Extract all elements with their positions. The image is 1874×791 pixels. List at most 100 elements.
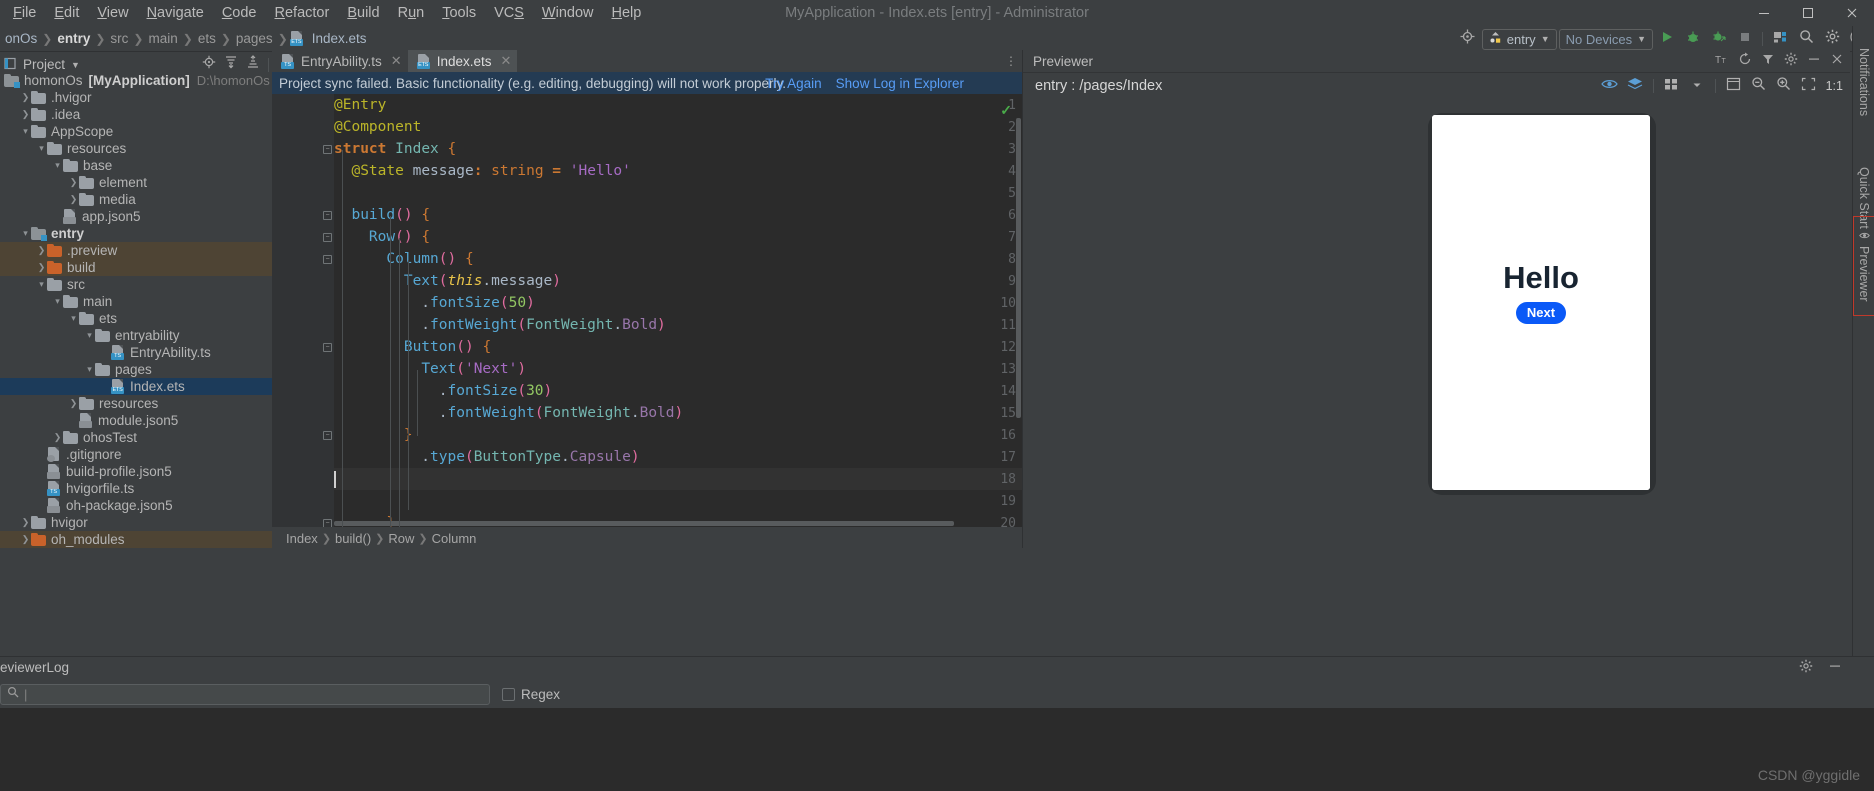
refresh-button[interactable]	[1735, 52, 1754, 71]
menu-code[interactable]: Code	[213, 2, 266, 24]
chevron-down-icon[interactable]: ▾	[20, 228, 31, 239]
project-structure-button[interactable]	[1768, 28, 1792, 50]
close-button[interactable]	[1830, 0, 1874, 26]
chevron-down-icon[interactable]: ▾	[52, 296, 63, 307]
maximize-button[interactable]	[1786, 0, 1830, 26]
fit-button[interactable]	[1799, 76, 1819, 96]
chevron-right-icon[interactable]: ❯	[20, 517, 31, 528]
previewer-minimize-button[interactable]	[1804, 52, 1823, 71]
preview-next-button[interactable]: Next	[1515, 302, 1567, 324]
breadcrumb-item-5[interactable]: pages	[233, 31, 276, 46]
search-button[interactable]	[1794, 28, 1818, 50]
menu-tools[interactable]: Tools	[433, 2, 485, 24]
code-line[interactable]: .fontSize(30)	[334, 383, 553, 399]
frame-button[interactable]	[1724, 76, 1744, 96]
stop-button[interactable]	[1733, 28, 1757, 50]
project-panel-title[interactable]: Project ▼	[4, 57, 80, 73]
menu-refactor[interactable]: Refactor	[266, 2, 339, 24]
chevron-right-icon[interactable]: ❯	[68, 177, 79, 188]
fold-toggle-icon[interactable]: −	[323, 233, 332, 242]
menu-build[interactable]: Build	[338, 2, 388, 24]
close-icon[interactable]: ✕	[497, 53, 511, 69]
code-line[interactable]: Button() {	[334, 339, 491, 355]
chevron-down-icon[interactable]: ▾	[36, 279, 47, 290]
regex-toggle[interactable]: Regex	[502, 687, 560, 702]
editor-tab-index[interactable]: ETS Index.ets ✕	[407, 50, 518, 72]
menu-help[interactable]: Help	[602, 2, 650, 24]
menu-run[interactable]: Run	[389, 2, 434, 24]
code-line[interactable]: build() {	[334, 207, 430, 223]
menu-vcs[interactable]: VCS	[485, 2, 533, 24]
eye-button[interactable]	[1600, 76, 1620, 96]
chevron-down-icon[interactable]: ▾	[84, 330, 95, 341]
show-log-link[interactable]: Show Log in Explorer	[836, 76, 964, 91]
chevron-right-icon[interactable]: ❯	[20, 109, 31, 120]
chevron-down-icon[interactable]: ▾	[84, 364, 95, 375]
profile-button[interactable]	[1707, 28, 1731, 50]
editor-horizontal-scrollbar[interactable]	[334, 521, 954, 526]
editor-tab-entryability[interactable]: TS EntryAbility.ts ✕	[272, 50, 408, 72]
chevron-right-icon[interactable]: ❯	[36, 262, 47, 273]
layout-dropdown-button[interactable]	[1687, 76, 1707, 96]
zoom-in-button[interactable]	[1774, 76, 1794, 96]
structure-crumb-2[interactable]: Row	[384, 531, 418, 546]
rail-item-previewer[interactable]: Previewer	[1853, 216, 1874, 316]
code-line[interactable]: Text(this.message)	[334, 273, 561, 289]
previewer-settings-button[interactable]	[1781, 52, 1800, 71]
chevron-right-icon[interactable]: ❯	[20, 534, 31, 545]
bottom-minimize-button[interactable]	[1825, 659, 1844, 678]
breadcrumb-item-1[interactable]: entry	[54, 31, 93, 46]
fold-toggle-icon[interactable]: −	[323, 343, 332, 352]
font-size-button[interactable]: T T	[1712, 52, 1731, 71]
menu-view[interactable]: View	[88, 2, 137, 24]
fold-toggle-icon[interactable]: −	[323, 519, 332, 527]
code-editor[interactable]: 1 2 3 4 5 6 7 8 9 10 11 12 13 14 15 16 17 18 19 20 − − − − − − − …	[272, 94, 1022, 527]
code-line[interactable]: @Component	[334, 119, 421, 135]
code-line[interactable]: Text('Next')	[334, 361, 526, 377]
filter-button[interactable]	[1758, 52, 1777, 71]
menu-edit[interactable]: Edit	[45, 2, 88, 24]
grid-button[interactable]	[1662, 76, 1682, 96]
fold-toggle-icon[interactable]: −	[323, 211, 332, 220]
breadcrumb-item-0[interactable]: onOs	[2, 31, 40, 46]
code-line[interactable]: .type(ButtonType.Capsule)	[334, 449, 639, 465]
editor-vertical-scrollbar[interactable]	[1016, 118, 1021, 418]
layers-button[interactable]	[1625, 76, 1645, 96]
chevron-down-icon[interactable]: ▾	[20, 126, 31, 137]
chevron-right-icon[interactable]: ❯	[20, 92, 31, 103]
menu-window[interactable]: Window	[533, 2, 603, 24]
chevron-down-icon[interactable]: ▾	[52, 160, 63, 171]
chevron-right-icon[interactable]: ❯	[68, 398, 79, 409]
minimize-button[interactable]	[1742, 0, 1786, 26]
inspection-status-icon[interactable]: ✓	[1000, 102, 1012, 119]
fold-toggle-icon[interactable]: −	[323, 145, 332, 154]
fold-toggle-icon[interactable]: −	[323, 255, 332, 264]
breadcrumb-file[interactable]: ETS Index.ets	[289, 31, 370, 46]
code-line[interactable]: Column() {	[334, 251, 473, 267]
code-line[interactable]: struct Index {	[334, 141, 456, 157]
code-line[interactable]: .fontSize(50)	[334, 295, 535, 311]
device-selector[interactable]: No Devices ▼	[1558, 28, 1653, 50]
chevron-right-icon[interactable]: ❯	[52, 432, 63, 443]
code-line[interactable]: @State message: string = 'Hello'	[334, 163, 630, 179]
target-button[interactable]	[1456, 28, 1480, 50]
editor-tab-options-button[interactable]: ⋮	[1002, 52, 1020, 70]
structure-crumb-0[interactable]: Index	[282, 531, 322, 546]
chevron-right-icon[interactable]: ❯	[68, 194, 79, 205]
code-line[interactable]: Row() {	[334, 229, 430, 245]
debug-button[interactable]	[1681, 28, 1705, 50]
bottom-settings-button[interactable]	[1796, 659, 1815, 678]
chevron-right-icon[interactable]: ❯	[36, 245, 47, 256]
menu-file[interactable]: File	[4, 2, 45, 24]
breadcrumb-item-2[interactable]: src	[107, 31, 131, 46]
zoom-out-button[interactable]	[1749, 76, 1769, 96]
fold-toggle-icon[interactable]: −	[323, 431, 332, 440]
try-again-link[interactable]: Try Again	[765, 76, 822, 91]
menu-navigate[interactable]: Navigate	[138, 2, 213, 24]
breadcrumb-item-3[interactable]: main	[145, 31, 180, 46]
fold-gutter[interactable]	[320, 94, 334, 527]
log-search-box[interactable]: |	[0, 683, 490, 705]
device-preview[interactable]: Hello Next	[1432, 115, 1650, 490]
run-button[interactable]	[1655, 28, 1679, 50]
regex-checkbox[interactable]	[502, 687, 515, 701]
